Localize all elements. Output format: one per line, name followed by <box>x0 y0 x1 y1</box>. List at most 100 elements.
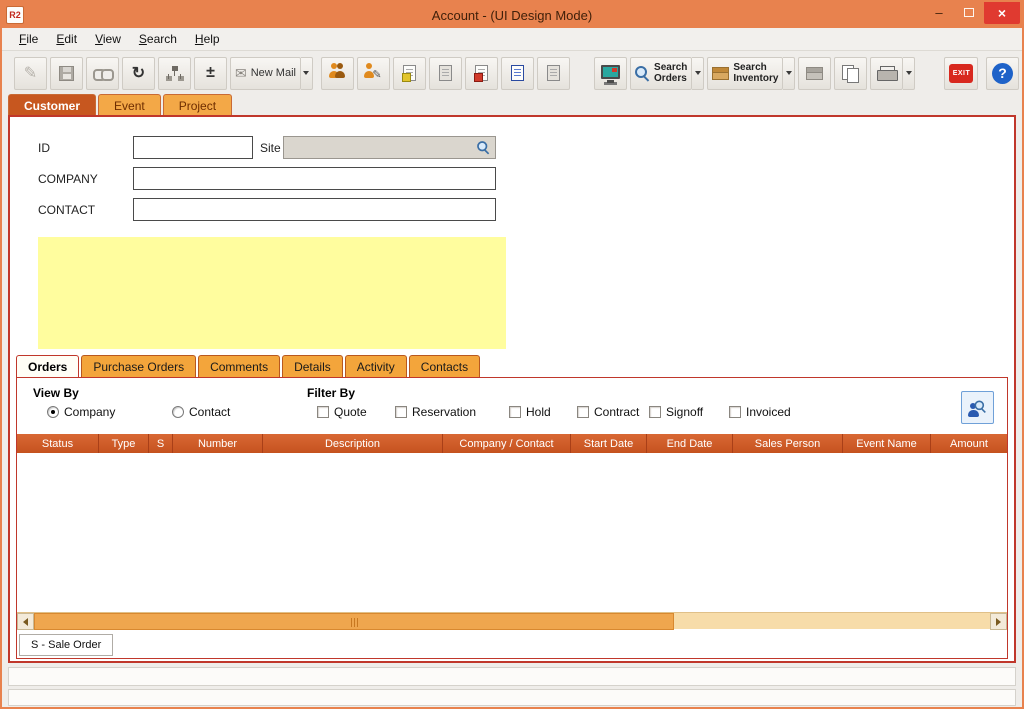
document-blue-button[interactable] <box>501 57 534 90</box>
inventory-item-button[interactable] <box>798 57 831 90</box>
document-template-button[interactable] <box>393 57 426 90</box>
contacts-button[interactable] <box>321 57 354 90</box>
checkbox-signoff-label[interactable]: Signoff <box>666 405 703 419</box>
checkbox-hold-control[interactable] <box>509 406 521 418</box>
scrollbar-thumb[interactable] <box>34 613 674 630</box>
company-input[interactable] <box>133 167 496 190</box>
col-description[interactable]: Description <box>263 434 443 453</box>
exit-button[interactable]: EXIT <box>944 57 978 90</box>
checkbox-invoiced-label[interactable]: Invoiced <box>746 405 791 419</box>
new-mail-button[interactable]: ✉ New Mail <box>230 57 301 90</box>
titlebar[interactable]: R2 Account - (UI Design Mode) – × <box>2 2 1022 28</box>
search-orders-button[interactable]: SearchOrders <box>630 57 692 90</box>
search-orders-dropdown[interactable] <box>692 57 704 90</box>
filter-by-label: Filter By <box>307 386 355 400</box>
notes-area[interactable] <box>38 237 506 349</box>
checkbox-invoiced[interactable]: Invoiced <box>729 405 791 419</box>
edit-contact-button[interactable]: ✎ <box>357 57 390 90</box>
help-button[interactable]: ? <box>986 57 1019 90</box>
col-start-date[interactable]: Start Date <box>571 434 647 453</box>
horizontal-scrollbar[interactable] <box>17 612 1007 629</box>
org-chart-icon <box>166 65 183 82</box>
tab-customer[interactable]: Customer <box>8 94 96 116</box>
print-dropdown[interactable] <box>903 57 915 90</box>
col-event-name[interactable]: Event Name <box>843 434 931 453</box>
menu-edit[interactable]: Edit <box>47 29 86 49</box>
menu-help[interactable]: Help <box>186 29 229 49</box>
link-icon <box>93 68 112 79</box>
col-company-contact[interactable]: Company / Contact <box>443 434 571 453</box>
subtab-details[interactable]: Details <box>282 355 343 377</box>
legend-sale-order: S - Sale Order <box>19 634 113 656</box>
menu-search[interactable]: Search <box>130 29 186 49</box>
checkbox-hold[interactable]: Hold <box>509 405 551 419</box>
close-button[interactable]: × <box>984 2 1020 24</box>
radio-contact-label[interactable]: Contact <box>189 405 230 419</box>
site-search-icon[interactable] <box>477 141 490 154</box>
terminal-button[interactable] <box>594 57 627 90</box>
subtab-purchase-orders[interactable]: Purchase Orders <box>81 355 196 377</box>
radio-contact-control[interactable] <box>172 406 184 418</box>
checkbox-signoff-control[interactable] <box>649 406 661 418</box>
checkbox-hold-label[interactable]: Hold <box>526 405 551 419</box>
col-number[interactable]: Number <box>173 434 263 453</box>
orders-table-body[interactable] <box>17 453 1007 612</box>
checkbox-contract-control[interactable] <box>577 406 589 418</box>
checkbox-contract[interactable]: Contract <box>577 405 639 419</box>
checkbox-reservation-label[interactable]: Reservation <box>412 405 476 419</box>
checkbox-signoff[interactable]: Signoff <box>649 405 703 419</box>
copy-icon <box>842 65 859 82</box>
col-end-date[interactable]: End Date <box>647 434 733 453</box>
copy-button[interactable] <box>834 57 867 90</box>
contact-input[interactable] <box>133 198 496 221</box>
search-inventory-dropdown[interactable] <box>783 57 795 90</box>
radio-contact[interactable]: Contact <box>172 405 230 419</box>
menu-file[interactable]: File <box>10 29 47 49</box>
person-edit-icon: ✎ <box>364 63 381 83</box>
maximize-button[interactable] <box>954 2 984 22</box>
print-button[interactable] <box>870 57 903 90</box>
checkbox-quote[interactable]: Quote <box>317 405 367 419</box>
checkbox-invoiced-control[interactable] <box>729 406 741 418</box>
col-s[interactable]: S <box>149 434 173 453</box>
scroll-left-button[interactable] <box>17 613 34 630</box>
site-field[interactable] <box>283 136 496 159</box>
attach-button[interactable] <box>86 57 119 90</box>
edit-button[interactable]: ✎ <box>14 57 47 90</box>
save-button[interactable] <box>50 57 83 90</box>
adjust-button[interactable]: ± <box>194 57 227 90</box>
customer-panel: ID Site COMPANY CONTACT Orders Purchase … <box>8 115 1016 663</box>
minimize-button[interactable]: – <box>924 2 954 22</box>
subtab-contacts[interactable]: Contacts <box>409 355 480 377</box>
col-type[interactable]: Type <box>99 434 149 453</box>
subtab-activity[interactable]: Activity <box>345 355 407 377</box>
document-plain-button[interactable] <box>429 57 462 90</box>
tab-project[interactable]: Project <box>163 94 232 116</box>
search-inventory-button[interactable]: SearchInventory <box>707 57 783 90</box>
subtab-orders[interactable]: Orders <box>16 355 79 377</box>
checkbox-quote-control[interactable] <box>317 406 329 418</box>
document-blank-button[interactable] <box>537 57 570 90</box>
checkbox-quote-label[interactable]: Quote <box>334 405 367 419</box>
app-window: R2 Account - (UI Design Mode) – × File E… <box>0 0 1024 709</box>
radio-company-label[interactable]: Company <box>64 405 115 419</box>
scroll-right-button[interactable] <box>990 613 1007 630</box>
tab-event[interactable]: Event <box>98 94 161 116</box>
new-mail-dropdown[interactable] <box>301 57 313 90</box>
document-flag-button[interactable] <box>465 57 498 90</box>
refresh-button[interactable]: ↻ <box>122 57 155 90</box>
subtab-comments[interactable]: Comments <box>198 355 280 377</box>
col-status[interactable]: Status <box>17 434 99 453</box>
checkbox-reservation-control[interactable] <box>395 406 407 418</box>
radio-company-control[interactable] <box>47 406 59 418</box>
hierarchy-button[interactable] <box>158 57 191 90</box>
col-amount[interactable]: Amount <box>931 434 1007 453</box>
col-sales-person[interactable]: Sales Person <box>733 434 843 453</box>
checkbox-contract-label[interactable]: Contract <box>594 405 639 419</box>
search-customer-button[interactable] <box>961 391 994 424</box>
id-input[interactable] <box>133 136 253 159</box>
radio-company[interactable]: Company <box>47 405 115 419</box>
checkbox-reservation[interactable]: Reservation <box>395 405 476 419</box>
menu-view[interactable]: View <box>86 29 130 49</box>
pencil-icon: ✎ <box>24 63 37 83</box>
